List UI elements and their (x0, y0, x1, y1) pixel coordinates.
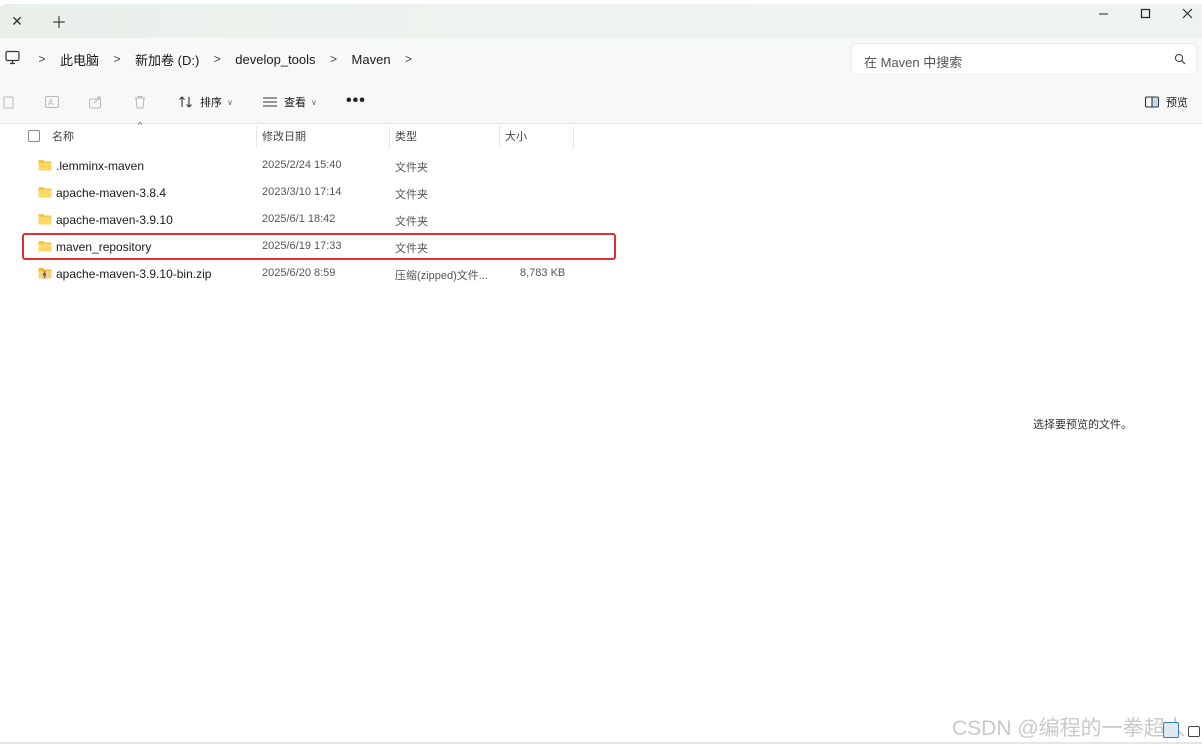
column-header-size[interactable]: 大小 (505, 124, 527, 148)
column-divider[interactable] (389, 126, 390, 148)
folder-icon (38, 187, 52, 198)
file-list: ^ 名称 修改日期 类型 大小 .lemminx-maven 2025/2/24… (0, 120, 1000, 744)
share-icon[interactable] (88, 94, 104, 110)
sort-icon (179, 96, 192, 108)
column-header-name[interactable]: 名称 (52, 124, 74, 148)
chevron-down-icon: ∨ (311, 97, 317, 107)
preview-pane-message: 选择要预览的文件。 (1033, 419, 1132, 431)
search-icon[interactable] (1174, 53, 1186, 65)
watermark: CSDN @编程的一拳超人 (952, 717, 1186, 740)
file-name: apache-maven-3.9.10-bin.zip (56, 267, 212, 281)
paste-icon[interactable] (2, 94, 18, 110)
close-window-button[interactable] (1172, 4, 1202, 22)
folder-icon (38, 214, 52, 225)
tab-close-icon[interactable]: ✕ (6, 10, 28, 32)
view-icon (263, 97, 277, 107)
file-row-highlighted[interactable]: maven_repository 2025/6/19 17:33 文件夹 (22, 233, 616, 260)
new-tab-button[interactable]: ＋ (48, 10, 70, 32)
sort-button[interactable]: 排序 ∨ (178, 92, 233, 112)
file-name: .lemminx-maven (56, 159, 145, 173)
breadcrumb-item-this-pc[interactable]: 此电脑 (54, 50, 105, 69)
details-view-icon[interactable] (1163, 722, 1179, 738)
column-divider[interactable] (573, 126, 574, 148)
chevron-right-icon[interactable]: > (30, 52, 54, 66)
file-modified: 2025/2/24 15:40 (262, 159, 342, 171)
maximize-button[interactable] (1130, 4, 1160, 22)
minimize-button[interactable] (1088, 4, 1118, 22)
this-pc-icon[interactable] (4, 50, 22, 66)
breadcrumb-item-drive-d[interactable]: 新加卷 (D:) (129, 50, 205, 69)
preview-label: 预览 (1166, 97, 1188, 109)
delete-icon[interactable] (132, 94, 148, 110)
breadcrumb-item-maven[interactable]: Maven (346, 52, 397, 67)
select-all-checkbox[interactable] (28, 130, 40, 142)
chevron-right-icon[interactable]: > (105, 52, 129, 66)
file-row[interactable]: .lemminx-maven 2025/2/24 15:40 文件夹 (22, 152, 616, 179)
command-bar: A 排序 ∨ 查看 ∨ ••• 预览 (0, 80, 1202, 124)
file-type: 文件夹 (395, 162, 428, 174)
folder-icon (38, 241, 52, 252)
preview-pane-icon (1144, 96, 1160, 108)
file-modified: 2023/3/10 17:14 (262, 186, 342, 198)
search-input[interactable]: 在 Maven 中搜索 (851, 43, 1197, 75)
folder-icon (38, 160, 52, 171)
tiles-view-icon[interactable] (1188, 726, 1200, 737)
file-modified: 2025/6/20 8:59 (262, 267, 336, 279)
chevron-down-icon: ∨ (227, 97, 233, 107)
file-type: 文件夹 (395, 189, 428, 201)
column-header-modified[interactable]: 修改日期 (262, 124, 306, 148)
sort-ascending-icon: ^ (138, 120, 143, 130)
file-size: 8,783 KB (520, 267, 566, 279)
file-name: apache-maven-3.8.4 (56, 186, 167, 200)
file-row[interactable]: apache-maven-3.9.10 2025/6/1 18:42 文件夹 (22, 206, 616, 233)
breadcrumb: > 此电脑 > 新加卷 (D:) > develop_tools > Maven… (30, 48, 421, 70)
file-modified: 2025/6/19 17:33 (262, 240, 342, 252)
column-divider[interactable] (499, 126, 500, 148)
file-type: 压缩(zipped)文件... (395, 270, 488, 282)
view-label: 查看 (284, 97, 306, 109)
rename-icon[interactable]: A (44, 94, 60, 110)
view-button[interactable]: 查看 ∨ (262, 92, 317, 112)
column-header-type[interactable]: 类型 (395, 124, 417, 148)
sort-label: 排序 (200, 97, 222, 109)
tab-strip (0, 4, 1202, 38)
file-modified: 2025/6/1 18:42 (262, 213, 336, 225)
chevron-right-icon[interactable]: > (397, 52, 421, 66)
preview-pane-button[interactable]: 预览 (1144, 92, 1188, 112)
chevron-right-icon[interactable]: > (205, 52, 229, 66)
file-row[interactable]: apache-maven-3.9.10-bin.zip 2025/6/20 8:… (22, 260, 616, 287)
chevron-right-icon[interactable]: > (322, 52, 346, 66)
column-divider[interactable] (256, 126, 257, 148)
file-type: 文件夹 (395, 243, 428, 255)
zip-folder-icon (38, 268, 52, 279)
title-bar: ✕ ＋ (0, 0, 1202, 38)
svg-text:A: A (48, 98, 54, 107)
file-name: maven_repository (56, 240, 152, 254)
breadcrumb-item-develop-tools[interactable]: develop_tools (229, 52, 321, 67)
file-row[interactable]: apache-maven-3.8.4 2023/3/10 17:14 文件夹 (22, 179, 616, 206)
file-type: 文件夹 (395, 216, 428, 228)
file-name: apache-maven-3.9.10 (56, 213, 173, 227)
search-placeholder: 在 Maven 中搜索 (864, 55, 963, 70)
more-options-button[interactable]: ••• (346, 92, 366, 112)
